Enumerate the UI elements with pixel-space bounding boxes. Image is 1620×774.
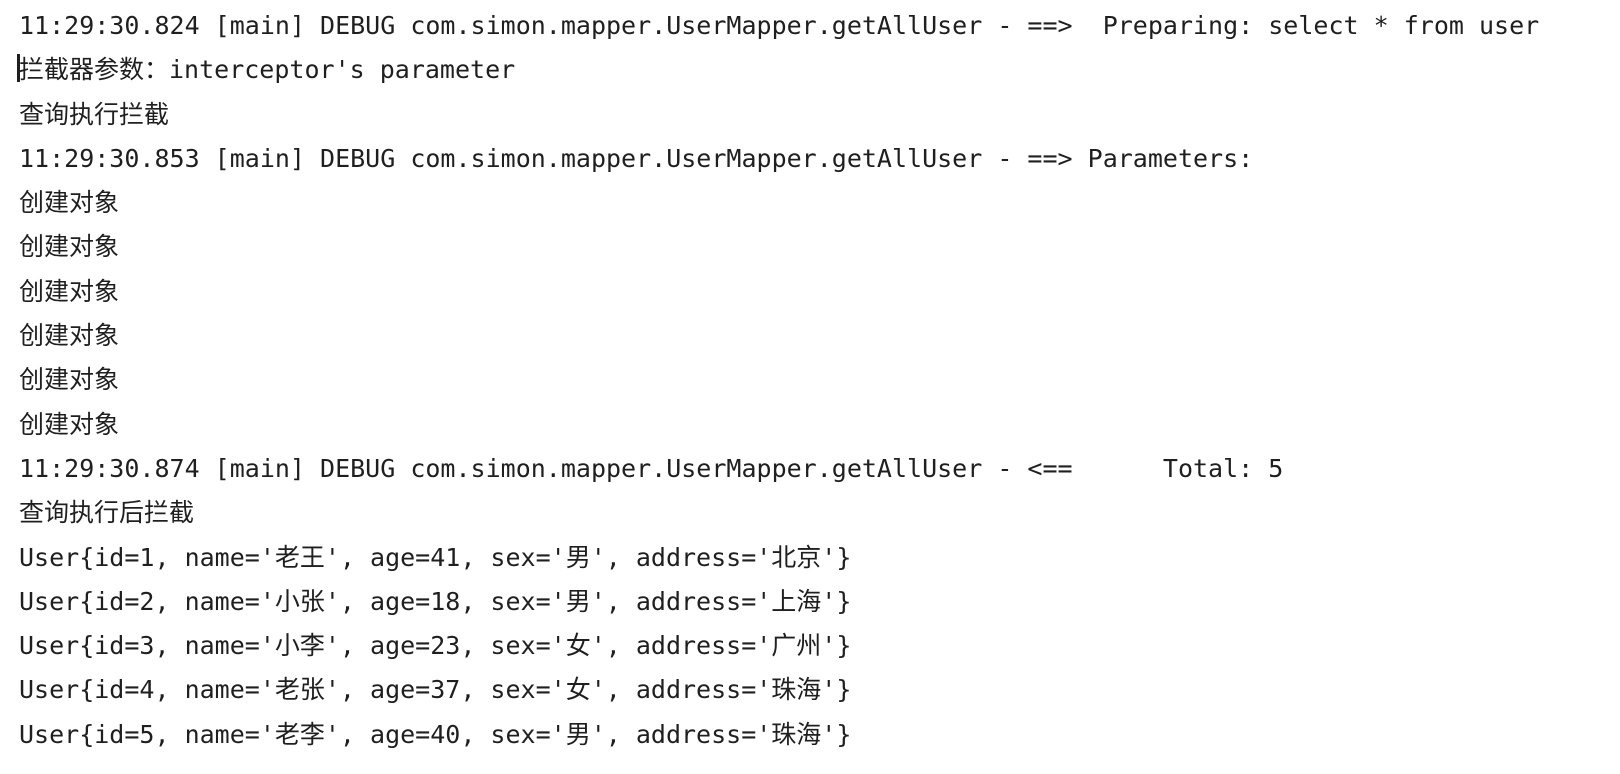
- log-line-create-object: 创建对象: [19, 365, 120, 395]
- log-line-after-query-intercept: 查询执行后拦截: [19, 498, 195, 528]
- log-line-query-intercept: 查询执行拦截: [19, 99, 170, 129]
- log-line-user-record: User{id=2, name='小张', age=18, sex='男', a…: [19, 586, 852, 616]
- log-line-create-object: 创建对象: [19, 409, 120, 439]
- console-output[interactable]: 11:29:30.824 [main] DEBUG com.simon.mapp…: [0, 0, 1620, 774]
- log-line-user-record: User{id=4, name='老张', age=37, sex='女', a…: [19, 675, 852, 705]
- console-lines: 11:29:30.824 [main] DEBUG com.simon.mapp…: [19, 4, 1614, 757]
- log-line-user-record: User{id=5, name='老李', age=40, sex='男', a…: [19, 719, 852, 749]
- log-line-interceptor-parameter: 拦截器参数：interceptor's parameter: [19, 55, 516, 85]
- log-line-debug-preparing: 11:29:30.824 [main] DEBUG com.simon.mapp…: [19, 11, 1540, 40]
- log-line-user-record: User{id=1, name='老王', age=41, sex='男', a…: [19, 542, 852, 572]
- log-line-create-object: 创建对象: [19, 321, 120, 351]
- log-line-create-object: 创建对象: [19, 188, 120, 218]
- log-line-debug-parameters: 11:29:30.853 [main] DEBUG com.simon.mapp…: [19, 143, 1269, 173]
- log-line-create-object: 创建对象: [19, 276, 120, 306]
- log-line-user-record: User{id=3, name='小李', age=23, sex='女', a…: [19, 631, 852, 661]
- log-line-debug-total: 11:29:30.874 [main] DEBUG com.simon.mapp…: [19, 453, 1284, 483]
- log-line-create-object: 创建对象: [19, 232, 120, 262]
